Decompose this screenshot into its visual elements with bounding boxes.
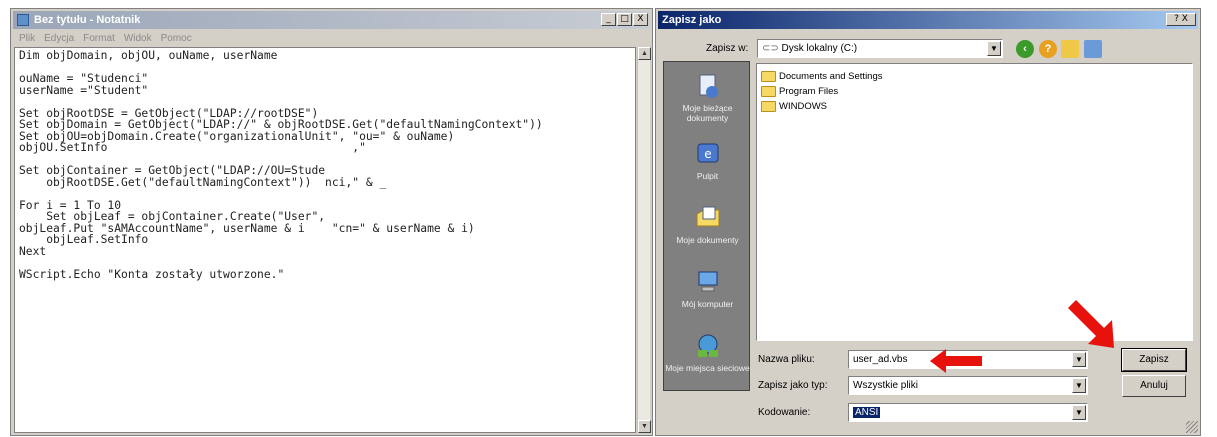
network-places-icon (697, 334, 718, 357)
menu-view[interactable]: Widok (124, 33, 152, 44)
cancel-button[interactable]: Anuluj (1122, 375, 1186, 397)
folder-icon (761, 70, 776, 82)
filetype-dropdown[interactable]: Wszystkie pliki ▼ (848, 376, 1088, 395)
list-item[interactable]: Program Files (761, 84, 838, 98)
list-item[interactable]: Documents and Settings (761, 69, 883, 83)
code-line: Set objDomain = GetObject("LDAP://" & ob… (19, 118, 543, 131)
file-name: Program Files (779, 85, 839, 97)
save-in-value: Dysk lokalny (C:) (781, 43, 858, 54)
filename-value: user_ad.vbs (853, 354, 908, 365)
notepad-title: Bez tytułu - Notatnik (34, 14, 141, 26)
my-computer-icon (698, 271, 717, 292)
place-label: Mój komputer (681, 299, 734, 309)
save-in-dropdown[interactable]: ⊂⊃ Dysk lokalny (C:) ▼ (757, 39, 1003, 58)
file-name: WINDOWS (779, 100, 828, 112)
code-line: Dim objDomain, objOU, ouName, userName (19, 49, 278, 62)
code-line: WScript.Echo "Konta zostały utworzone." (19, 267, 285, 281)
code-line: Set objLeaf = objContainer.Create("User"… (19, 210, 326, 223)
encoding-value: ANSI (853, 407, 881, 418)
dialog-help-close-buttons[interactable]: ? X (1166, 13, 1196, 26)
desktop-icon: e (697, 143, 718, 163)
place-label: Moje miejsca sieciowe (665, 363, 750, 373)
code-line: Set objContainer = GetObject("LDAP://OU=… (19, 164, 326, 177)
place-label: Pulpit (696, 171, 719, 181)
notepad-text-area[interactable]: Dim objDomain, objOU, ouName, userName ou… (14, 47, 636, 433)
recent-documents-icon (699, 74, 718, 98)
file-name: Documents and Settings (779, 70, 883, 82)
filetype-label: Zapisz jako typ: (758, 380, 828, 391)
code-line: Next (19, 244, 47, 258)
places-bar: Moje bieżące dokumenty e Pulpit Moje dok… (663, 61, 750, 391)
notepad-title-bar[interactable]: Bez tytułu - Notatnik _ □ X (13, 11, 650, 29)
code-line: ouName = "Studenci" (19, 72, 149, 85)
place-desktop[interactable]: e Pulpit (664, 140, 751, 181)
view-menu-icon[interactable] (1084, 40, 1102, 58)
close-button[interactable]: X (633, 13, 648, 26)
drive-icon: ⊂⊃ (762, 43, 782, 54)
code-line: objLeaf.SetInfo (19, 233, 149, 246)
back-icon[interactable]: ‹ (1016, 40, 1034, 58)
annotation-arrow-left-icon (930, 349, 982, 373)
notepad-window: Bez tytułu - Notatnik _ □ X Plik Edycja … (10, 8, 653, 436)
resize-grip-icon[interactable] (1186, 421, 1198, 433)
up-folder-icon[interactable]: ? (1039, 40, 1057, 58)
maximize-button[interactable]: □ (617, 13, 632, 26)
folder-icon (761, 100, 776, 112)
place-label: Moje dokumenty (676, 235, 739, 245)
place-label: Moje bieżące dokumenty (682, 103, 733, 123)
chevron-down-icon[interactable]: ▼ (987, 41, 1001, 56)
code-line: userName ="Student" (19, 83, 149, 97)
list-item[interactable]: WINDOWS (761, 99, 827, 113)
folder-icon (761, 85, 776, 97)
notepad-vertical-scrollbar[interactable]: ▲ ▼ (637, 47, 651, 433)
place-recent[interactable]: Moje bieżące dokumenty (664, 72, 751, 123)
filename-label: Nazwa pliku: (758, 354, 815, 365)
place-network[interactable]: Moje miejsca sieciowe (664, 332, 751, 373)
menu-file[interactable]: Plik (19, 33, 35, 44)
save-in-label: Zapisz w: (706, 43, 749, 54)
menu-format[interactable]: Format (83, 33, 115, 44)
scroll-down-arrow-icon[interactable]: ▼ (638, 420, 651, 433)
new-folder-icon[interactable] (1061, 40, 1079, 58)
notepad-app-icon (17, 14, 29, 26)
code-line: objRootDSE.Get("defaultNamingContext")) … (19, 175, 387, 189)
menu-edit[interactable]: Edycja (44, 33, 74, 44)
filetype-value: Wszystkie pliki (853, 380, 919, 391)
notepad-menu-bar: Plik Edycja Format Widok Pomoc (13, 30, 650, 46)
dialog-title-bar[interactable]: Zapisz jako ? X (658, 11, 1198, 29)
encoding-label: Kodowanie: (758, 407, 811, 418)
save-as-dialog: Zapisz jako ? X Zapisz w: ⊂⊃ Dysk lokaln… (655, 8, 1201, 436)
scroll-up-arrow-icon[interactable]: ▲ (638, 47, 651, 60)
minimize-button[interactable]: _ (601, 13, 616, 26)
save-button[interactable]: Zapisz (1121, 348, 1187, 372)
svg-text:e: e (704, 147, 711, 161)
annotation-arrow-diagonal-icon (1068, 300, 1114, 348)
code-line: objOU.SetInfo ," (19, 141, 366, 154)
place-my-documents[interactable]: Moje dokumenty (664, 204, 751, 245)
chevron-down-icon[interactable]: ▼ (1072, 378, 1086, 393)
my-documents-icon (696, 206, 719, 227)
encoding-dropdown[interactable]: ANSI ▼ (848, 403, 1088, 422)
chevron-down-icon[interactable]: ▼ (1072, 352, 1086, 367)
menu-help[interactable]: Pomoc (161, 33, 192, 44)
chevron-down-icon[interactable]: ▼ (1072, 405, 1086, 420)
file-list[interactable]: Documents and Settings Program Files WIN… (756, 63, 1193, 341)
dialog-title: Zapisz jako (662, 14, 722, 26)
place-my-computer[interactable]: Mój komputer (664, 268, 751, 309)
